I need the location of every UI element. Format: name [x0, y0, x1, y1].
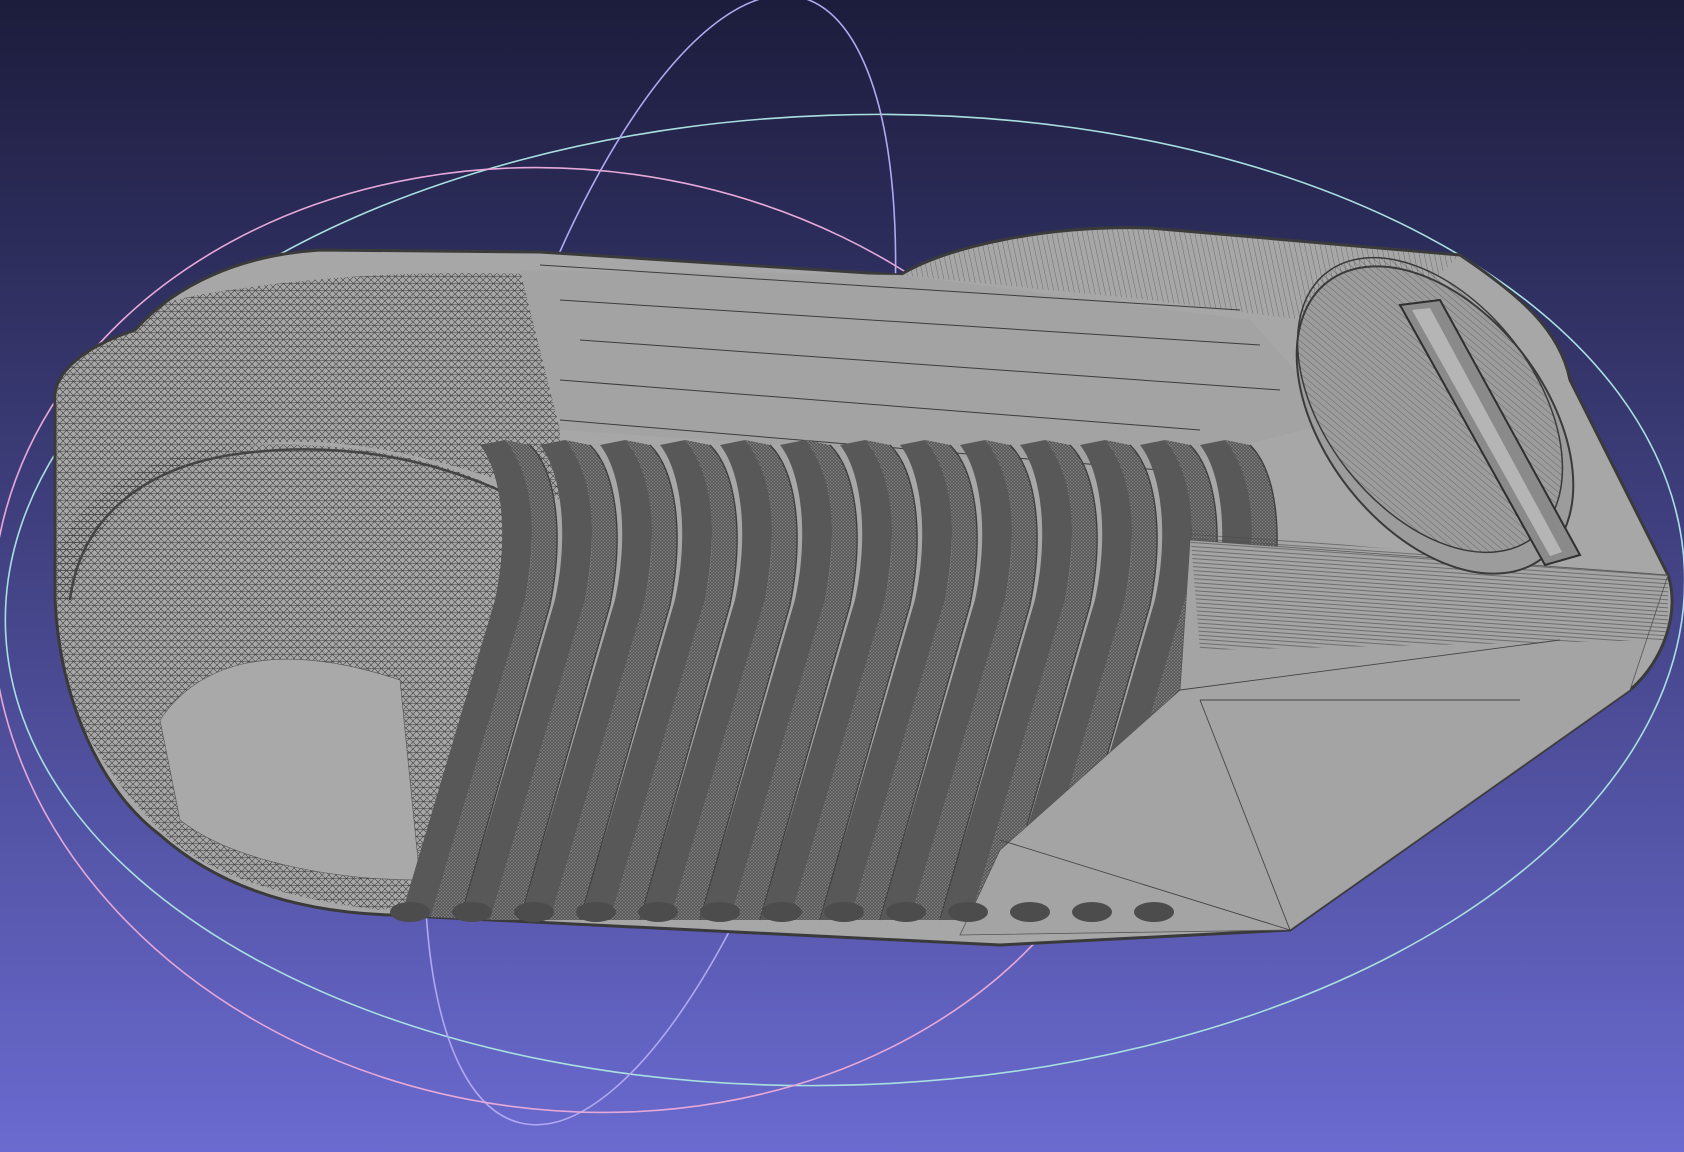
scallop — [390, 902, 430, 922]
scallop — [452, 902, 492, 922]
scallop — [576, 902, 616, 922]
mesh-canvas[interactable] — [0, 0, 1684, 1152]
scallop — [1072, 902, 1112, 922]
scallop — [824, 902, 864, 922]
scallop — [1010, 902, 1050, 922]
scallop — [886, 902, 926, 922]
scallop — [948, 902, 988, 922]
scallop — [514, 902, 554, 922]
scallop — [762, 902, 802, 922]
mesh-model[interactable] — [40, 208, 1674, 947]
scallop — [700, 902, 740, 922]
3d-viewport[interactable] — [0, 0, 1684, 1152]
scallop — [1134, 902, 1174, 922]
scallop — [638, 902, 678, 922]
